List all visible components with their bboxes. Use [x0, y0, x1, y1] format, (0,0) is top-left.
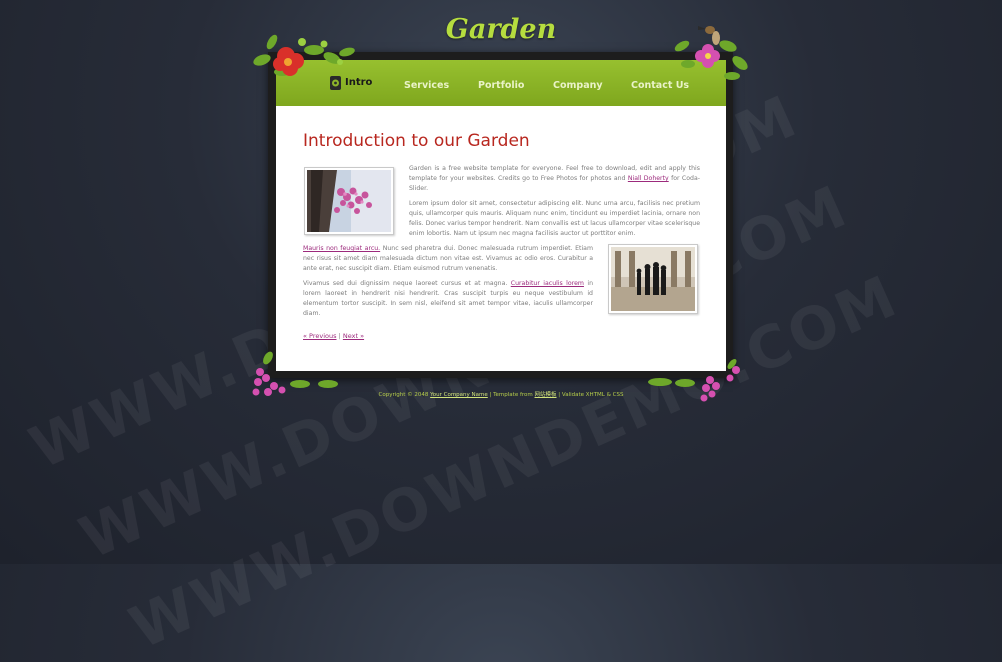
- flowers-top-left-decoration: [253, 34, 355, 76]
- blossom-photo: [304, 167, 394, 235]
- company-name-link[interactable]: Your Company Name: [430, 392, 488, 398]
- intro-paragraph: Garden is a free website template for ev…: [409, 165, 700, 192]
- vivamus-paragraph: Vivamus sed dui dignissim neque laoreet …: [303, 280, 593, 317]
- nav-item-portfolio[interactable]: Portfolio: [478, 80, 524, 91]
- lorem-paragraph: Lorem ipsum dolor sit amet, consectetur …: [409, 200, 700, 237]
- previous-link[interactable]: « Previous: [303, 332, 337, 340]
- curabitur-link[interactable]: Curabitur iaculis lorem: [511, 280, 584, 287]
- template-source-link[interactable]: 网站模板: [535, 392, 557, 398]
- pager-separator: |: [338, 332, 341, 340]
- footer: Copyright © 2048 Your Company Name | Tem…: [378, 392, 624, 398]
- mauris-paragraph: Mauris non feugiat arcu. Nunc sed pharet…: [303, 245, 593, 272]
- mauris-link[interactable]: Mauris non feugiat arcu.: [303, 245, 380, 252]
- blossom-image: [307, 170, 391, 232]
- next-link[interactable]: Next »: [343, 332, 364, 340]
- flowers-top-right-decoration: [674, 26, 748, 80]
- nav-item-services[interactable]: Services: [404, 80, 449, 91]
- hall-image: [611, 247, 695, 311]
- pager: « Previous | Next »: [303, 332, 364, 340]
- niall-doherty-link[interactable]: Niall Doherty: [628, 175, 669, 182]
- page-title: Introduction to our Garden: [303, 131, 530, 151]
- content-panel: Introduction to our Garden Garden is a f…: [276, 106, 726, 371]
- nav-item-company[interactable]: Company: [553, 80, 603, 91]
- flowers-bottom-right-decoration: [648, 359, 740, 402]
- site-title: Garden: [445, 14, 557, 45]
- hall-photo: [608, 244, 698, 314]
